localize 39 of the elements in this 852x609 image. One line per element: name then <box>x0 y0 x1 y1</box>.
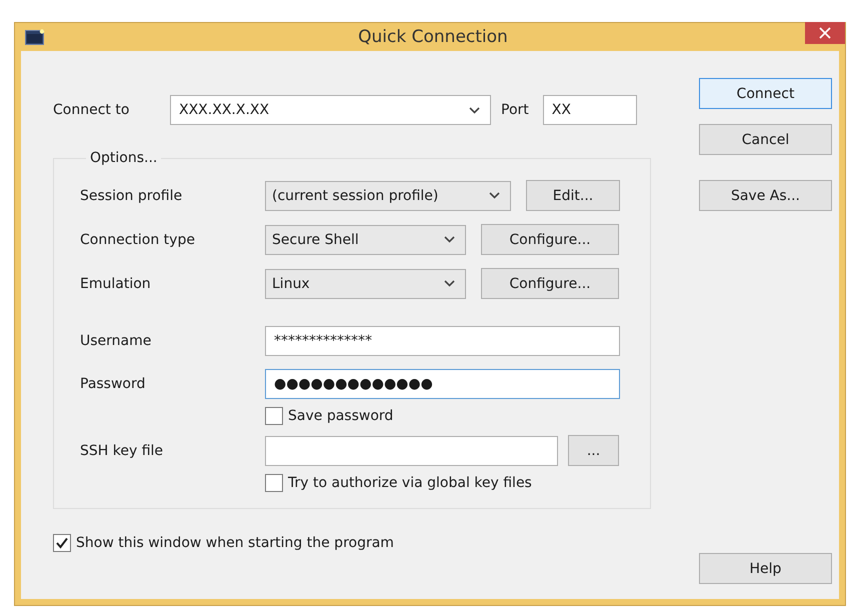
terminal-icon <box>25 29 45 45</box>
input-field[interactable]: ************** <box>265 326 620 356</box>
options-legend: Options... <box>86 150 162 166</box>
field-label: SSH key file <box>80 442 164 458</box>
chevron-down-icon <box>444 280 455 287</box>
option-button[interactable]: Configure... <box>481 224 619 255</box>
option-button[interactable]: Configure... <box>481 268 619 299</box>
field-label: Emulation <box>80 276 152 292</box>
field-label: Password <box>80 376 146 392</box>
checkbox[interactable] <box>53 534 71 552</box>
close-button[interactable] <box>805 22 845 44</box>
field-label: Connection type <box>80 232 196 248</box>
chevron-down-icon <box>444 236 455 243</box>
dropdown[interactable]: (current session profile) <box>265 180 511 210</box>
checkbox[interactable] <box>265 407 283 425</box>
input-field[interactable]: ●●●●●●●●●●●●● <box>265 369 620 399</box>
checkbox[interactable] <box>265 474 283 492</box>
browse-button[interactable]: ... <box>568 435 619 466</box>
file-path-field[interactable] <box>265 436 558 466</box>
window-title: Quick Connection <box>357 27 509 47</box>
close-icon <box>819 27 831 39</box>
port-label: Port <box>501 102 529 118</box>
port-field[interactable]: XX <box>542 95 637 125</box>
chevron-down-icon <box>489 192 500 199</box>
checkbox-label: Show this window when starting the program <box>76 535 394 551</box>
field-label: Username <box>80 333 152 349</box>
dropdown[interactable]: Secure Shell <box>265 224 466 254</box>
option-button[interactable]: Edit... <box>526 180 620 211</box>
dialog-button[interactable]: Save As... <box>699 180 832 211</box>
field-label: Session profile <box>80 188 184 204</box>
dropdown[interactable]: Linux <box>265 268 466 298</box>
checkbox-label: Try to authorize via global key files <box>288 475 532 491</box>
dialog-button[interactable]: Cancel <box>699 124 832 155</box>
dialog-button[interactable]: Connect <box>699 78 832 109</box>
help-button[interactable]: Help <box>699 553 832 584</box>
host-dropdown[interactable]: XXX.XX.X.XX <box>170 95 491 125</box>
connect-to-label: Connect to <box>53 102 130 118</box>
checkbox-label: Save password <box>288 408 394 424</box>
chevron-down-icon <box>469 106 480 114</box>
